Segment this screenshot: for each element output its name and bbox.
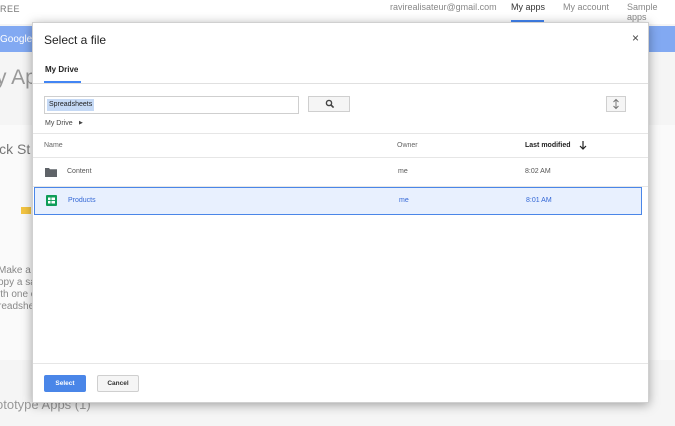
brand-text: REE	[0, 4, 21, 14]
column-header-owner[interactable]: Owner	[397, 142, 418, 149]
account-email[interactable]: ravirealisateur@gmail.com	[390, 2, 497, 12]
search-icon	[325, 99, 335, 109]
file-owner: me	[398, 168, 408, 175]
file-row-content[interactable]: Content me 8:02 AM	[33, 158, 648, 186]
file-name: Content	[67, 168, 92, 175]
nav-sample-apps[interactable]: Sample apps	[627, 2, 675, 22]
divider	[33, 363, 648, 364]
background-topbar: REE ravirealisateur@gmail.com My apps My…	[0, 0, 675, 24]
file-last-modified: 8:02 AM	[525, 168, 551, 175]
breadcrumb-my-drive[interactable]: My Drive	[45, 120, 73, 127]
breadcrumb-arrow-icon[interactable]: ▶	[79, 120, 83, 126]
file-row-products[interactable]: Products me 8:01 AM	[34, 187, 642, 215]
folder-thumbnail	[21, 207, 31, 214]
tab-my-drive[interactable]: My Drive	[45, 65, 78, 74]
search-button[interactable]	[308, 96, 350, 112]
divider	[33, 133, 648, 134]
folder-icon	[45, 168, 57, 177]
dialog-title: Select a file	[44, 33, 107, 47]
spreadsheet-icon	[46, 195, 57, 206]
sort-icon	[613, 98, 619, 110]
file-owner: me	[399, 197, 409, 204]
arrow-down-icon[interactable]	[579, 140, 587, 150]
cancel-button[interactable]: Cancel	[97, 375, 139, 392]
nav-my-account[interactable]: My account	[563, 2, 609, 12]
sort-toggle-button[interactable]	[606, 96, 626, 112]
search-query-chip: Spreadsheets	[47, 99, 95, 111]
file-name: Products	[68, 197, 96, 204]
search-input[interactable]: Spreadsheets	[44, 96, 299, 114]
file-last-modified: 8:01 AM	[526, 197, 552, 204]
quickstart-heading: ick St	[0, 141, 31, 157]
file-picker-dialog: Select a file × My Drive Spreadsheets My…	[32, 22, 649, 403]
column-header-name[interactable]: Name	[44, 142, 63, 149]
divider	[33, 83, 648, 84]
select-button[interactable]: Select	[44, 375, 86, 392]
nav-my-apps[interactable]: My apps	[511, 2, 545, 12]
column-header-last-modified[interactable]: Last modified	[525, 142, 571, 149]
close-icon[interactable]: ×	[632, 31, 639, 45]
